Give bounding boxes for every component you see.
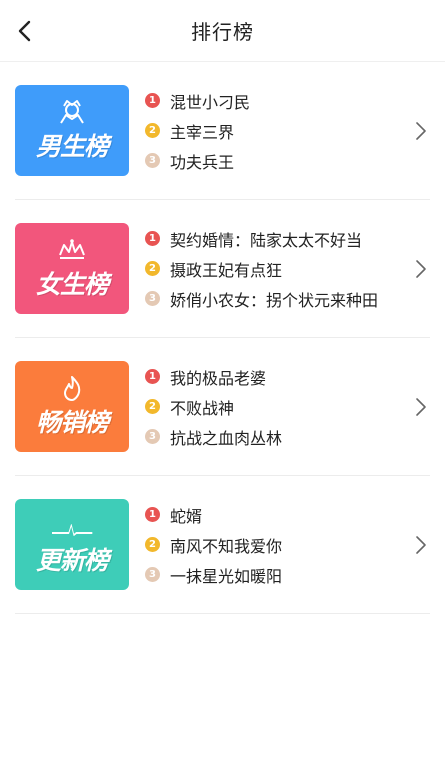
book-list: 1 混世小刁民 2 主宰三界 3 功夫兵王 [145,86,430,176]
rank-badge: 2 [145,399,160,414]
ranking-card-female[interactable]: 女生榜 1 契约婚情：陆家太太不好当 2 摄政王妃有点狂 3 娇俏小农女：拐个状… [15,200,430,338]
book-title: 一抹星光如暖阳 [170,566,283,586]
list-item[interactable]: 2 南风不知我爱你 [145,530,430,560]
chevron-right-icon [416,536,426,554]
book-title: 混世小刁民 [170,92,251,112]
book-title: 蛇婿 [170,506,203,526]
ranking-card-update[interactable]: 更新榜 1 蛇婿 2 南风不知我爱你 3 一抹星光如暖阳 [15,476,430,614]
book-title: 主宰三界 [170,122,235,142]
book-title: 娇俏小农女：拐个状元来种田 [170,290,379,310]
update-ranking-badge: 更新榜 [15,499,129,590]
list-item[interactable]: 1 混世小刁民 [145,86,430,116]
book-list: 1 契约婚情：陆家太太不好当 2 摄政王妃有点狂 3 娇俏小农女：拐个状元来种田 [145,224,430,314]
ranking-list: 男生榜 1 混世小刁民 2 主宰三界 3 功夫兵王 女生榜 1 契约婚情：陆家太… [0,62,445,614]
book-title: 契约婚情：陆家太太不好当 [170,230,363,250]
list-item[interactable]: 2 主宰三界 [145,116,430,146]
rank-badge: 1 [145,93,160,108]
list-item[interactable]: 2 不败战神 [145,392,430,422]
book-title: 摄政王妃有点狂 [170,260,283,280]
ranking-card-male[interactable]: 男生榜 1 混世小刁民 2 主宰三界 3 功夫兵王 [15,62,430,200]
flame-icon [64,375,81,401]
rank-badge: 1 [145,231,160,246]
rank-badge: 2 [145,261,160,276]
male-ranking-badge: 男生榜 [15,85,129,176]
pulse-line-icon [52,523,93,536]
book-title: 我的极品老婆 [170,368,267,388]
book-list: 1 我的极品老婆 2 不败战神 3 抗战之血肉丛林 [145,362,430,452]
rank-badge: 1 [145,507,160,522]
tiara-icon [59,238,85,259]
list-item[interactable]: 2 摄政王妃有点狂 [145,254,430,284]
chevron-right-icon [416,260,426,278]
list-item[interactable]: 1 我的极品老婆 [145,362,430,392]
ranking-card-bestseller[interactable]: 畅销榜 1 我的极品老婆 2 不败战神 3 抗战之血肉丛林 [15,338,430,476]
book-title: 抗战之血肉丛林 [170,428,283,448]
book-title: 南风不知我爱你 [170,536,283,556]
chevron-right-icon [416,398,426,416]
rank-badge: 1 [145,369,160,384]
badge-label: 男生榜 [35,131,109,161]
badge-label: 更新榜 [35,545,109,575]
badge-label: 女生榜 [35,269,109,299]
rank-badge: 2 [145,123,160,138]
list-item[interactable]: 3 娇俏小农女：拐个状元来种田 [145,284,430,314]
rank-badge: 3 [145,153,160,168]
female-ranking-badge: 女生榜 [15,223,129,314]
book-title: 不败战神 [170,398,235,418]
rank-badge: 3 [145,429,160,444]
badge-label: 畅销榜 [35,407,109,437]
top-bar: 排行榜 [0,0,445,62]
crown-badge-icon [60,99,84,124]
rank-badge: 3 [145,567,160,582]
rank-badge: 2 [145,537,160,552]
book-title: 功夫兵王 [170,152,235,172]
list-item[interactable]: 3 抗战之血肉丛林 [145,422,430,452]
list-item[interactable]: 3 功夫兵王 [145,146,430,176]
rank-badge: 3 [145,291,160,306]
list-item[interactable]: 1 契约婚情：陆家太太不好当 [145,224,430,254]
page-title: 排行榜 [191,20,254,44]
bestseller-ranking-badge: 畅销榜 [15,361,129,452]
list-item[interactable]: 1 蛇婿 [145,500,430,530]
book-list: 1 蛇婿 2 南风不知我爱你 3 一抹星光如暖阳 [145,500,430,590]
back-arrow-icon[interactable] [12,16,40,46]
chevron-right-icon [416,122,426,140]
list-item[interactable]: 3 一抹星光如暖阳 [145,560,430,590]
